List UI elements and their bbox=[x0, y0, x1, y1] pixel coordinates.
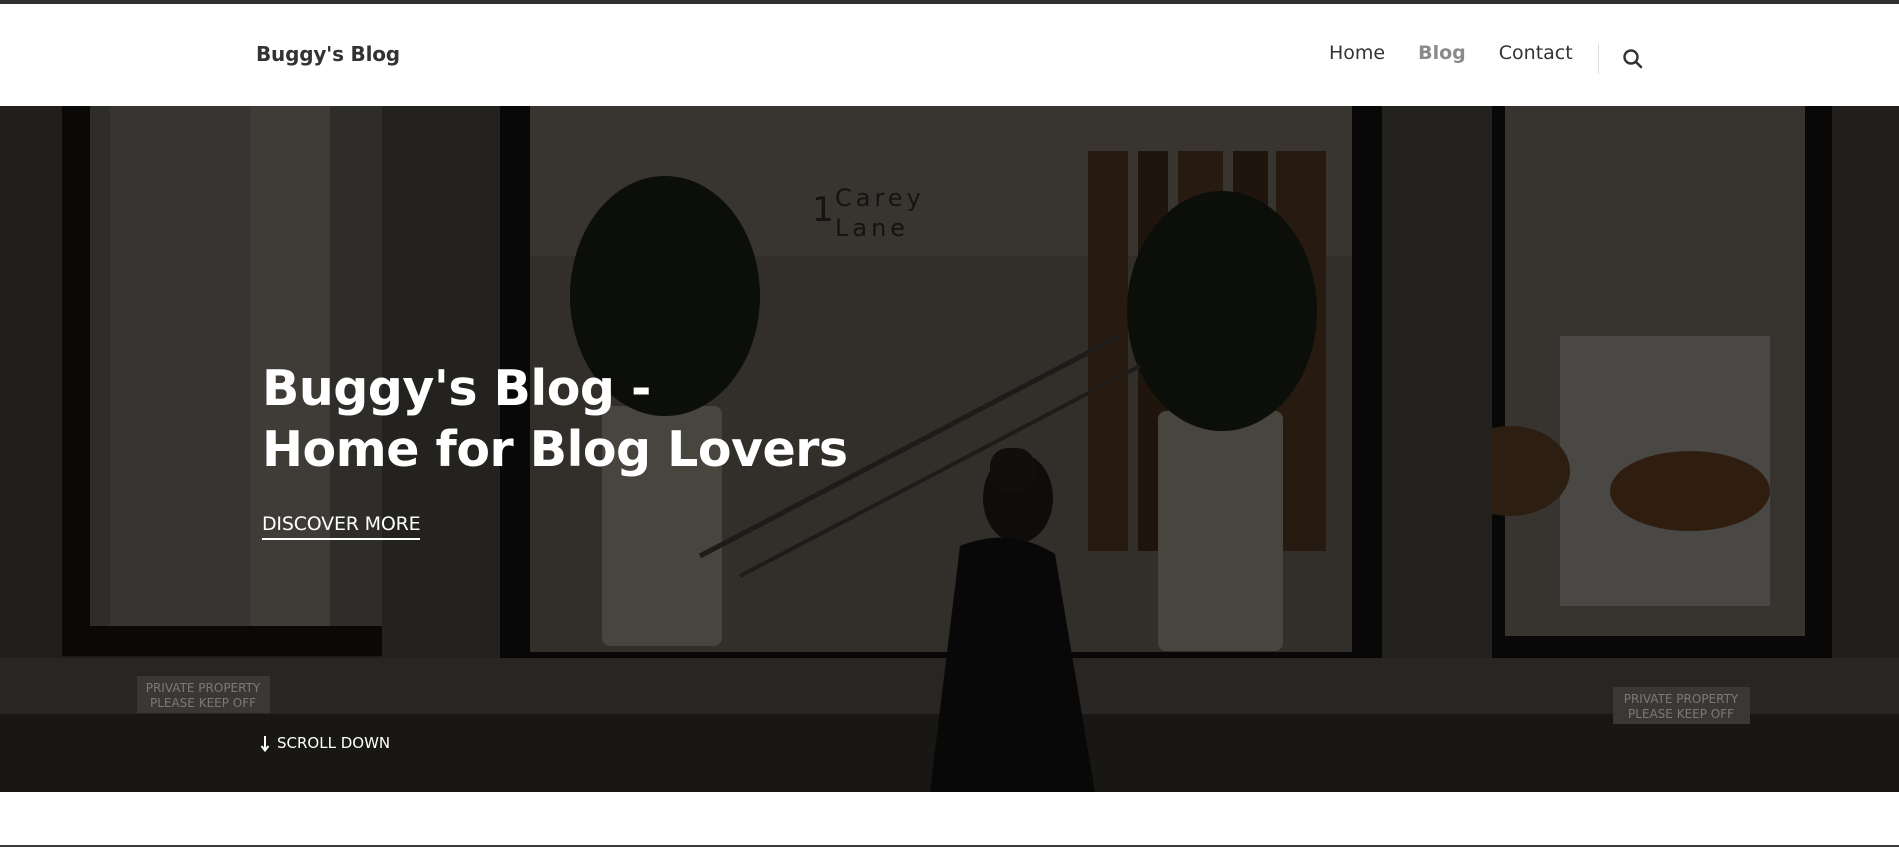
arrow-down-icon bbox=[260, 735, 270, 752]
main-nav: Home Blog Contact bbox=[1329, 42, 1606, 64]
nav-home[interactable]: Home bbox=[1329, 42, 1385, 64]
section-divider bbox=[0, 845, 1899, 847]
scroll-down-link[interactable]: SCROLL DOWN bbox=[260, 734, 390, 752]
hero-title-line1: Buggy's Blog - bbox=[262, 360, 651, 417]
nav-contact[interactable]: Contact bbox=[1499, 42, 1573, 64]
hero-title: Buggy's Blog - Home for Blog Lovers bbox=[262, 358, 848, 480]
nav-divider bbox=[1598, 44, 1599, 74]
search-button[interactable] bbox=[1621, 47, 1645, 71]
scroll-down-label: SCROLL DOWN bbox=[277, 734, 391, 752]
hero-title-line2: Home for Blog Lovers bbox=[262, 421, 848, 478]
site-logo-link[interactable]: Buggy's Blog bbox=[256, 42, 400, 66]
search-icon bbox=[1623, 49, 1643, 69]
discover-more-button[interactable]: DISCOVER MORE bbox=[262, 513, 421, 540]
hero-section: 1 Carey Lane PRIVATE PROPERTY PLEASE KEE… bbox=[0, 106, 1899, 792]
nav-blog[interactable]: Blog bbox=[1418, 42, 1466, 64]
site-header: Buggy's Blog Home Blog Contact bbox=[0, 4, 1899, 106]
